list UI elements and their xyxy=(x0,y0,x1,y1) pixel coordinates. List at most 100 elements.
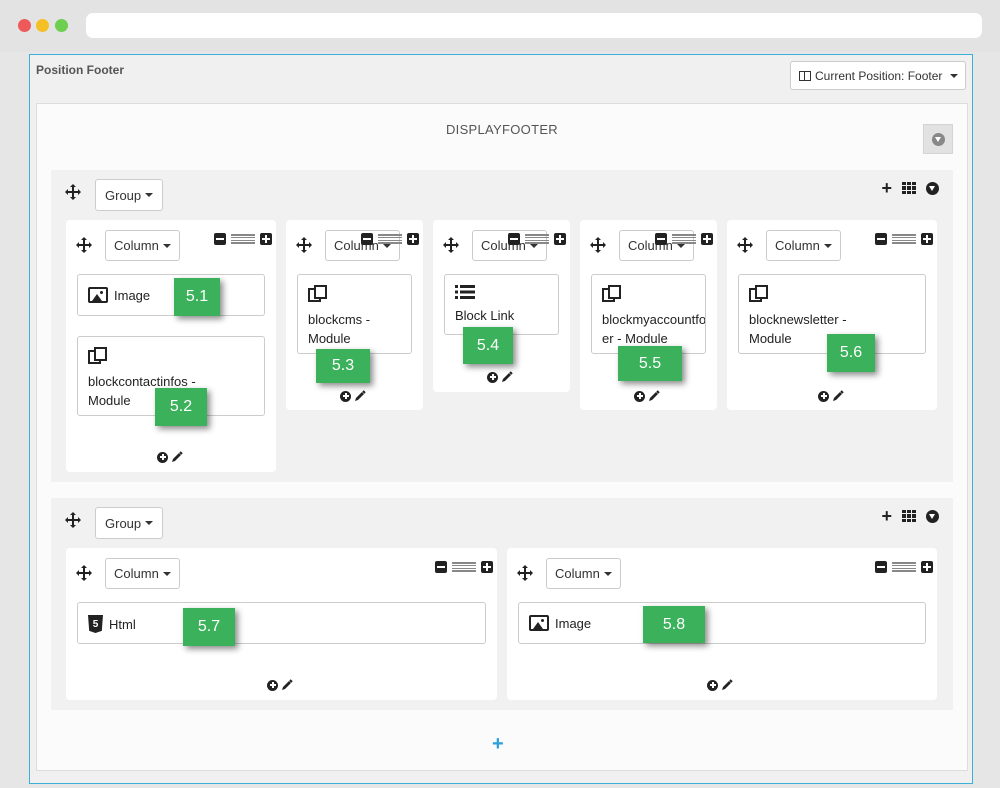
move-icon[interactable] xyxy=(76,565,92,581)
plus-square-icon[interactable] xyxy=(701,233,713,245)
minus-square-icon[interactable] xyxy=(214,233,226,245)
module-icon xyxy=(308,285,327,302)
image-icon xyxy=(88,287,108,303)
add-module-icon[interactable] xyxy=(157,451,168,463)
module-icon xyxy=(602,285,621,302)
badge-5-8: 5.8 xyxy=(643,606,705,643)
width-lines-icon[interactable] xyxy=(892,234,916,244)
minus-square-icon[interactable] xyxy=(435,561,447,573)
move-icon[interactable] xyxy=(590,237,606,253)
add-module-icon[interactable] xyxy=(267,679,278,691)
move-icon[interactable] xyxy=(65,184,81,200)
image-icon xyxy=(529,615,549,631)
edit-pencil-icon[interactable] xyxy=(721,679,733,691)
plus-square-icon[interactable] xyxy=(921,561,933,573)
column-dropdown[interactable]: Column xyxy=(546,558,621,589)
circle-arrow-down-icon[interactable] xyxy=(926,181,939,195)
move-icon[interactable] xyxy=(76,237,92,253)
column: Column blocknewsletter - Module xyxy=(727,220,937,410)
add-module-icon[interactable] xyxy=(487,371,498,383)
caret-down-icon xyxy=(145,193,154,197)
move-icon[interactable] xyxy=(65,512,81,528)
edit-pencil-icon[interactable] xyxy=(832,390,844,402)
minimize-window-dot[interactable] xyxy=(36,19,49,32)
plus-square-icon[interactable] xyxy=(481,561,493,573)
hook-container: DISPLAYFOOTER Group + Column Image block… xyxy=(36,103,968,771)
minus-square-icon[interactable] xyxy=(875,233,887,245)
add-group-icon[interactable]: + xyxy=(492,734,504,754)
move-icon[interactable] xyxy=(517,565,533,581)
column-toolbar xyxy=(508,233,566,245)
column-footer-tools xyxy=(340,390,366,402)
minus-square-icon[interactable] xyxy=(508,233,520,245)
width-lines-icon[interactable] xyxy=(672,234,696,244)
group-toolbar: + xyxy=(881,507,939,525)
caret-down-icon xyxy=(950,73,959,78)
column-label: Column xyxy=(114,566,159,581)
edit-pencil-icon[interactable] xyxy=(648,390,660,402)
module-item[interactable]: blockcms - Module xyxy=(297,274,412,354)
plus-square-icon[interactable] xyxy=(407,233,419,245)
add-column-icon[interactable]: + xyxy=(881,507,892,525)
edit-pencil-icon[interactable] xyxy=(354,390,366,402)
hook-title: DISPLAYFOOTER xyxy=(445,122,558,137)
badge-5-3: 5.3 xyxy=(316,349,370,383)
module-item[interactable]: Block Link xyxy=(444,274,559,335)
close-window-dot[interactable] xyxy=(18,19,31,32)
circle-arrow-down-icon[interactable] xyxy=(926,509,939,523)
add-column-icon[interactable]: + xyxy=(881,179,892,197)
column-toolbar xyxy=(875,233,933,245)
module-label: Html xyxy=(109,616,136,632)
module-item[interactable]: 5 Html xyxy=(77,602,486,644)
add-module-icon[interactable] xyxy=(340,390,351,402)
columns-icon xyxy=(799,70,811,81)
group-2: Group + Column 5 Html Column Image xyxy=(51,498,953,710)
group-toolbar: + xyxy=(881,179,939,197)
column-dropdown[interactable]: Column xyxy=(105,558,180,589)
edit-pencil-icon[interactable] xyxy=(501,371,513,383)
column-footer-tools xyxy=(634,390,660,402)
add-module-icon[interactable] xyxy=(707,679,718,691)
module-item[interactable]: Image xyxy=(77,274,265,316)
edit-pencil-icon[interactable] xyxy=(171,451,183,463)
caret-down-icon xyxy=(603,571,612,576)
add-module-icon[interactable] xyxy=(818,390,829,402)
move-icon[interactable] xyxy=(296,237,312,253)
minus-square-icon[interactable] xyxy=(875,561,887,573)
current-position-label: Current Position: Footer xyxy=(815,68,943,83)
width-lines-icon[interactable] xyxy=(231,234,255,244)
plus-square-icon[interactable] xyxy=(554,233,566,245)
move-icon[interactable] xyxy=(443,237,459,253)
badge-5-5: 5.5 xyxy=(618,346,682,381)
width-lines-icon[interactable] xyxy=(378,234,402,244)
width-lines-icon[interactable] xyxy=(892,562,916,572)
current-position-button[interactable]: Current Position: Footer xyxy=(790,61,966,90)
edit-pencil-icon[interactable] xyxy=(281,679,293,691)
module-label: blockcms - Module xyxy=(308,312,371,346)
html5-icon: 5 xyxy=(88,615,103,633)
grid-icon[interactable] xyxy=(902,182,916,194)
add-module-icon[interactable] xyxy=(634,390,645,402)
column-toolbar xyxy=(214,233,272,245)
minus-square-icon[interactable] xyxy=(361,233,373,245)
move-icon[interactable] xyxy=(737,237,753,253)
column: Column Image xyxy=(507,548,937,700)
plus-square-icon[interactable] xyxy=(260,233,272,245)
group-dropdown[interactable]: Group xyxy=(95,179,164,211)
plus-square-icon[interactable] xyxy=(921,233,933,245)
group-dropdown[interactable]: Group xyxy=(95,507,164,539)
group-label: Group xyxy=(105,515,142,531)
badge-5-6: 5.6 xyxy=(827,334,875,372)
module-item[interactable]: blockmyaccountfooter - Module xyxy=(591,274,706,354)
hook-collapse-button[interactable] xyxy=(923,124,953,154)
width-lines-icon[interactable] xyxy=(452,562,476,572)
address-bar[interactable] xyxy=(86,13,982,38)
column-dropdown[interactable]: Column xyxy=(766,230,841,261)
column-footer-tools xyxy=(487,371,513,383)
minus-square-icon[interactable] xyxy=(655,233,667,245)
module-item[interactable]: Image xyxy=(518,602,926,644)
maximize-window-dot[interactable] xyxy=(55,19,68,32)
width-lines-icon[interactable] xyxy=(525,234,549,244)
column-dropdown[interactable]: Column xyxy=(105,230,180,261)
grid-icon[interactable] xyxy=(902,510,916,522)
